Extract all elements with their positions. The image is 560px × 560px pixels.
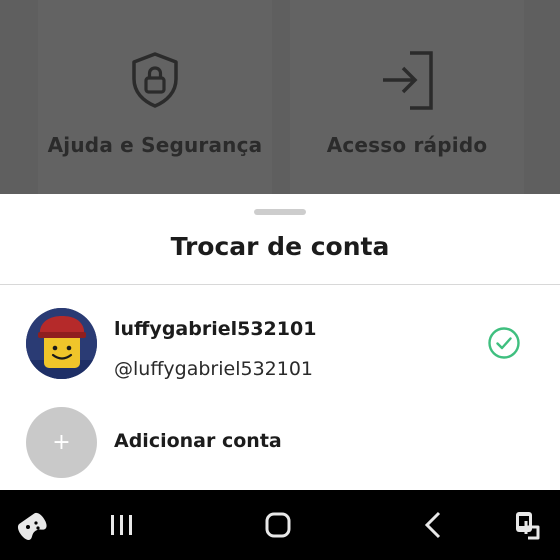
drag-handle[interactable] <box>254 209 306 215</box>
recent-apps-icon[interactable] <box>103 507 139 543</box>
account-username: @luffygabriel532101 <box>114 358 314 380</box>
accessibility-icon[interactable] <box>510 507 546 543</box>
screen: Ajuda e Segurança Acesso rápido Trocar d… <box>0 0 560 560</box>
account-display-name: luffygabriel532101 <box>114 318 317 340</box>
avatar <box>26 308 97 379</box>
dimmed-background[interactable]: Ajuda e Segurança Acesso rápido <box>0 0 560 194</box>
add-account-label: Adicionar conta <box>114 430 282 452</box>
account-row[interactable]: luffygabriel532101 @luffygabriel532101 <box>0 302 560 386</box>
divider <box>0 284 560 285</box>
home-icon[interactable] <box>260 507 296 543</box>
roblox-avatar-icon <box>26 308 97 379</box>
plus-icon: + <box>52 430 71 455</box>
system-navigation-bar <box>0 490 560 560</box>
quick-access-label: Acesso rápido <box>326 133 488 157</box>
game-launcher-icon[interactable] <box>14 507 50 543</box>
help-security-card[interactable]: Ajuda e Segurança <box>38 0 272 194</box>
add-account-circle: + <box>26 407 97 478</box>
help-security-label: Ajuda e Segurança <box>47 133 263 157</box>
back-icon[interactable] <box>416 507 452 543</box>
shield-lock-icon <box>132 52 178 108</box>
quick-access-card[interactable]: Acesso rápido <box>290 0 524 194</box>
check-circle-icon <box>488 327 520 359</box>
sheet-title: Trocar de conta <box>170 232 390 261</box>
login-arrow-icon <box>383 51 433 110</box>
add-account-row[interactable]: + Adicionar conta <box>0 404 560 484</box>
switch-account-sheet: Trocar de conta luffygabriel532101 @luff… <box>0 194 560 490</box>
